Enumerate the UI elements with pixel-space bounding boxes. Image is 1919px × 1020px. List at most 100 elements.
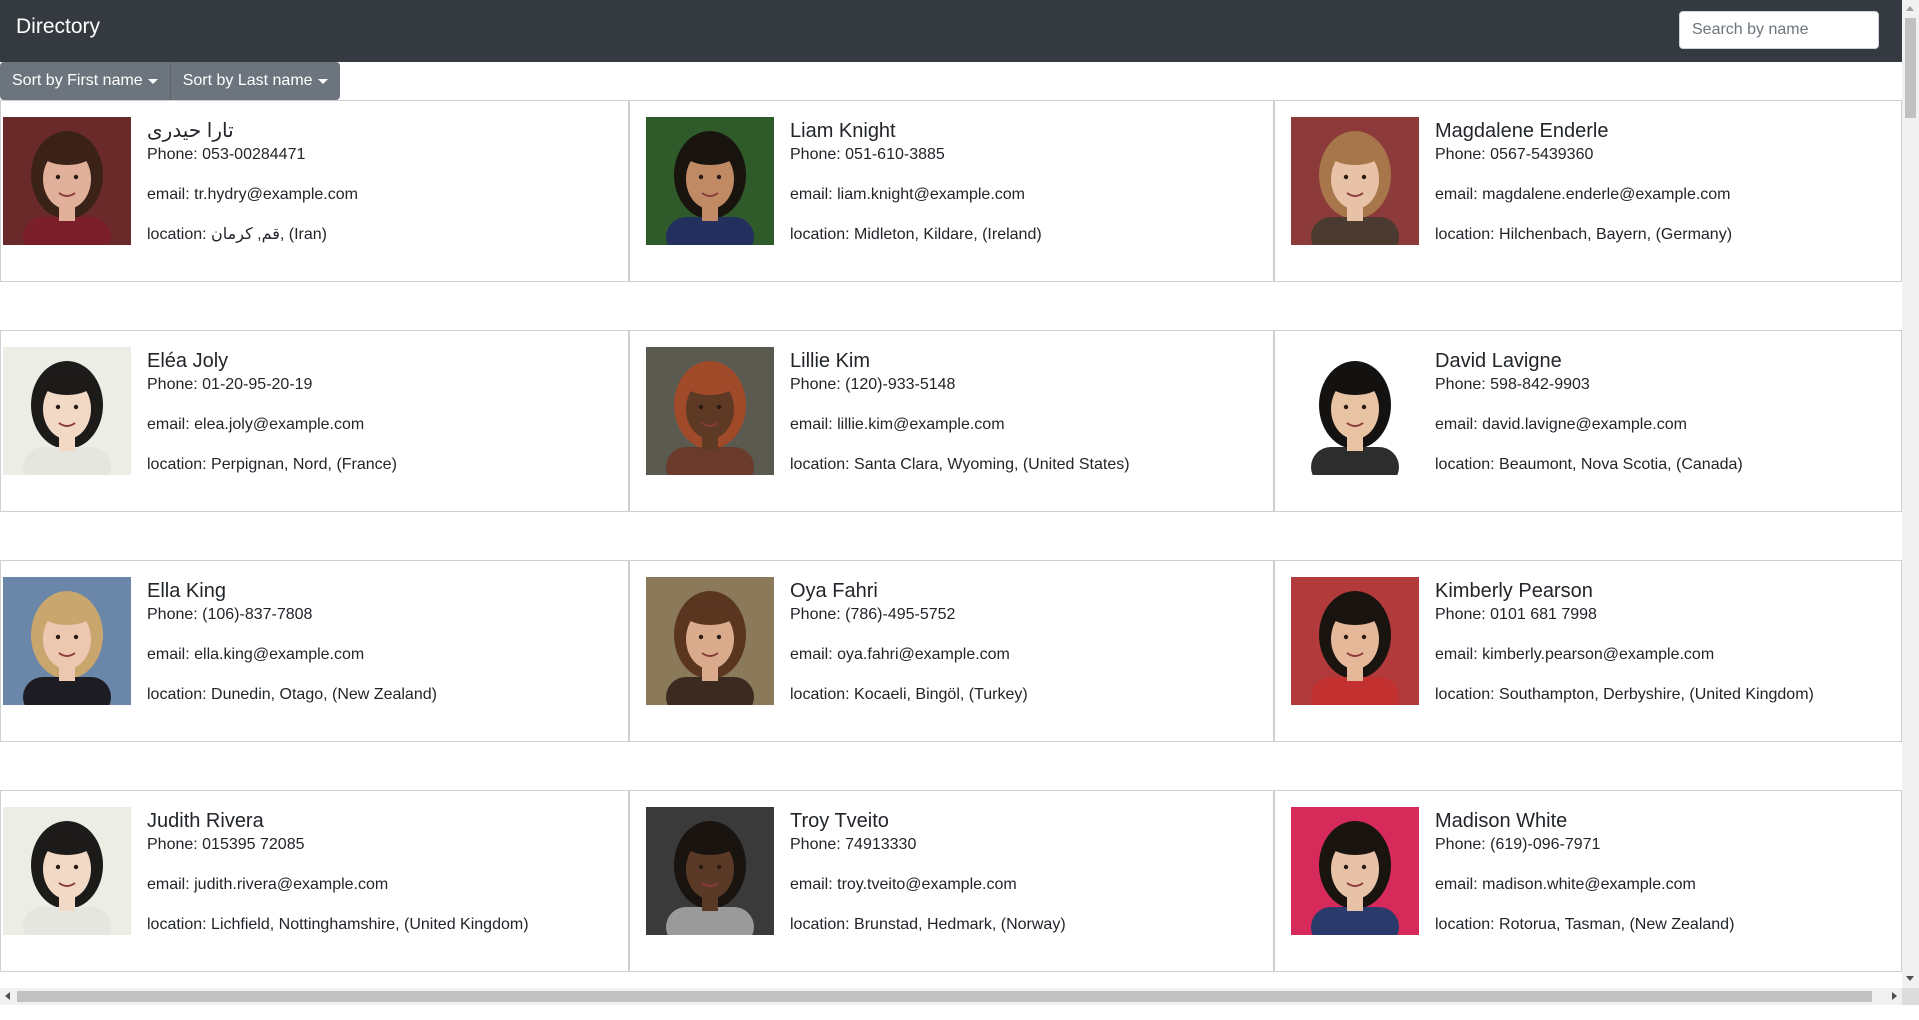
employee-email: email: judith.rivera@example.com	[147, 876, 389, 893]
employee-location: location: قم, کرمان, (Iran)	[147, 226, 327, 243]
employee-card: Judith Rivera Phone: 015395 72085 email: j…	[0, 790, 629, 972]
employee-card: Kimberly Pearson Phone: 0101 681 7998 emai…	[1274, 560, 1902, 742]
navbar: Directory	[0, 0, 1902, 62]
person-portrait-icon	[3, 807, 131, 935]
person-portrait-icon	[1291, 577, 1419, 705]
employee-email: email: elea.joly@example.com	[147, 416, 365, 433]
employee-email: email: liam.knight@example.com	[790, 186, 1025, 203]
card-row: Judith Rivera Phone: 015395 72085 email: j…	[0, 790, 1902, 972]
employee-card: Oya Fahri Phone: (786)-495-5752 email: oya…	[629, 560, 1274, 742]
employee-grid: تارا حیدری Phone: 053-00284471 email: tr.h…	[0, 100, 1902, 1020]
employee-photo	[1291, 807, 1419, 935]
caret-down-icon	[147, 78, 158, 84]
employee-location: location: Midleton, Kildare, (Ireland)	[790, 226, 1042, 243]
card-row: Ella King Phone: (106)-837-7808 email: ell…	[0, 560, 1902, 742]
employee-location: location: Southampton, Derbyshire, (Unit…	[1435, 686, 1814, 703]
employee-photo	[3, 347, 131, 475]
app-title[interactable]: Directory	[16, 14, 100, 40]
employee-card: Liam Knight Phone: 051-610-3885 email: lia…	[629, 100, 1274, 282]
vertical-scroll-thumb[interactable]	[1905, 18, 1916, 118]
employee-phone: Phone: (106)-837-7808	[147, 606, 313, 623]
employee-name: Lillie Kim	[790, 350, 871, 372]
employee-email: email: ella.king@example.com	[147, 646, 365, 663]
employee-location: location: Beaumont, Nova Scotia, (Canada…	[1435, 456, 1743, 473]
person-portrait-icon	[3, 347, 131, 475]
employee-name: Troy Tveito	[790, 810, 889, 832]
employee-name: تارا حیدری	[147, 120, 234, 142]
employee-info: Eléa Joly Phone: 01-20-95-20-19 email: ele…	[147, 347, 620, 475]
employee-location: location: Kocaeli, Bingöl, (Turkey)	[790, 686, 1028, 703]
employee-phone: Phone: (786)-495-5752	[790, 606, 956, 623]
employee-name: Madison White	[1435, 810, 1568, 832]
employee-email: email: madison.white@example.com	[1435, 876, 1696, 893]
employee-photo	[1291, 577, 1419, 705]
person-portrait-icon	[646, 117, 774, 245]
employee-location: location: Santa Clara, Wyoming, (United …	[790, 456, 1130, 473]
employee-phone: Phone: 053-00284471	[147, 146, 306, 163]
employee-card: Lillie Kim Phone: (120)-933-5148 email: li…	[629, 330, 1274, 512]
scroll-left-arrow-icon[interactable]	[5, 992, 10, 1000]
employee-name: Eléa Joly	[147, 350, 229, 372]
card-row: تارا حیدری Phone: 053-00284471 email: tr.h…	[0, 100, 1902, 282]
employee-card: تارا حیدری Phone: 053-00284471 email: tr.h…	[0, 100, 629, 282]
employee-info: Ella King Phone: (106)-837-7808 email: ell…	[147, 577, 620, 705]
employee-info: Kimberly Pearson Phone: 0101 681 7998 emai…	[1435, 577, 1893, 705]
sort-last-name-button[interactable]: Sort by Last name	[170, 62, 340, 100]
employee-phone: Phone: 051-610-3885	[790, 146, 945, 163]
employee-email: email: oya.fahri@example.com	[790, 646, 1010, 663]
employee-photo	[1291, 347, 1419, 475]
sort-first-name-label: Sort by First name	[12, 72, 143, 89]
employee-location: location: Perpignan, Nord, (France)	[147, 456, 397, 473]
employee-name: Liam Knight	[790, 120, 896, 142]
employee-info: Lillie Kim Phone: (120)-933-5148 email: li…	[790, 347, 1265, 475]
employee-location: location: Rotorua, Tasman, (New Zealand)	[1435, 916, 1735, 933]
employee-info: David Lavigne Phone: 598-842-9903 email: d…	[1435, 347, 1893, 475]
employee-location: location: Dunedin, Otago, (New Zealand)	[147, 686, 437, 703]
employee-location: location: Hilchenbach, Bayern, (Germany)	[1435, 226, 1733, 243]
vertical-scrollbar[interactable]	[1902, 0, 1919, 1005]
employee-phone: Phone: 01-20-95-20-19	[147, 376, 313, 393]
employee-info: Troy Tveito Phone: 74913330 email: troy.tv…	[790, 807, 1265, 935]
employee-name: Ella King	[147, 580, 226, 602]
employee-info: Madison White Phone: (619)-096-7971 email:…	[1435, 807, 1893, 935]
horizontal-scroll-thumb[interactable]	[17, 991, 1872, 1002]
employee-info: Judith Rivera Phone: 015395 72085 email: j…	[147, 807, 620, 935]
employee-phone: Phone: (619)-096-7971	[1435, 836, 1601, 853]
sort-first-name-button[interactable]: Sort by First name	[0, 62, 171, 100]
employee-email: email: tr.hydry@example.com	[147, 186, 358, 203]
employee-card: Madison White Phone: (619)-096-7971 email:…	[1274, 790, 1902, 972]
employee-photo	[3, 117, 131, 245]
employee-email: email: magdalene.enderle@example.com	[1435, 186, 1731, 203]
person-portrait-icon	[3, 577, 131, 705]
sort-last-name-label: Sort by Last name	[182, 72, 313, 89]
person-portrait-icon	[1291, 117, 1419, 245]
employee-info: Magdalene Enderle Phone: 0567-5439360 emai…	[1435, 117, 1893, 245]
employee-phone: Phone: 0567-5439360	[1435, 146, 1594, 163]
employee-photo	[646, 807, 774, 935]
employee-email: email: lillie.kim@example.com	[790, 416, 1005, 433]
employee-card: Eléa Joly Phone: 01-20-95-20-19 email: ele…	[0, 330, 629, 512]
employee-photo	[3, 807, 131, 935]
scroll-down-arrow-icon[interactable]	[1906, 976, 1914, 981]
employee-name: Oya Fahri	[790, 580, 878, 602]
person-portrait-icon	[1291, 807, 1419, 935]
person-portrait-icon	[3, 117, 131, 245]
horizontal-scrollbar[interactable]	[0, 988, 1902, 1005]
employee-card: Magdalene Enderle Phone: 0567-5439360 emai…	[1274, 100, 1902, 282]
caret-down-icon	[317, 78, 328, 84]
employee-info: تارا حیدری Phone: 053-00284471 email: tr.h…	[147, 117, 620, 245]
employee-name: David Lavigne	[1435, 350, 1562, 372]
search-input[interactable]	[1679, 11, 1879, 49]
employee-photo	[646, 577, 774, 705]
scroll-up-arrow-icon[interactable]	[1906, 6, 1914, 11]
employee-name: Judith Rivera	[147, 810, 264, 832]
employee-info: Oya Fahri Phone: (786)-495-5752 email: oya…	[790, 577, 1265, 705]
employee-location: location: Brunstad, Hedmark, (Norway)	[790, 916, 1066, 933]
employee-phone: Phone: 0101 681 7998	[1435, 606, 1597, 623]
employee-name: Magdalene Enderle	[1435, 120, 1609, 142]
employee-phone: Phone: 74913330	[790, 836, 917, 853]
employee-email: email: troy.tveito@example.com	[790, 876, 1017, 893]
employee-phone: Phone: 598-842-9903	[1435, 376, 1590, 393]
scroll-right-arrow-icon[interactable]	[1892, 992, 1897, 1000]
employee-info: Liam Knight Phone: 051-610-3885 email: lia…	[790, 117, 1265, 245]
